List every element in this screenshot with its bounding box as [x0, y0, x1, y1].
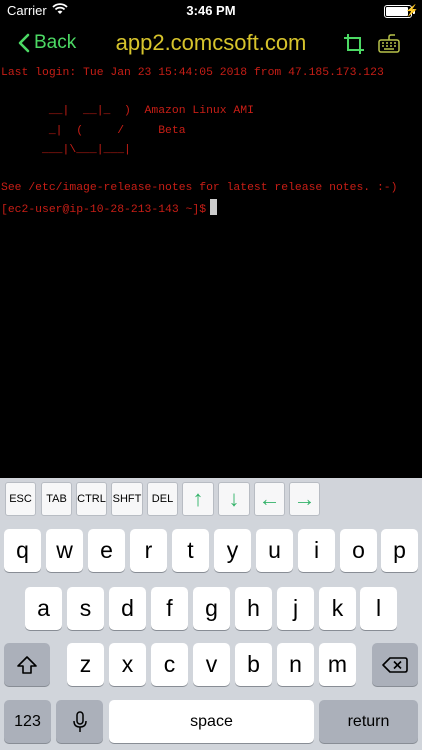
prompt-line: [ec2-user@ip-10-28-213-143 ~]$: [1, 199, 218, 220]
key-j[interactable]: j: [277, 587, 314, 630]
key-p[interactable]: p: [381, 529, 418, 572]
crop-icon[interactable]: [342, 32, 366, 56]
delete-modifier-key[interactable]: DEL: [147, 482, 178, 516]
backspace-key[interactable]: [372, 643, 418, 686]
key-d[interactable]: d: [109, 587, 146, 630]
key-w[interactable]: w: [46, 529, 83, 572]
esc-key[interactable]: ESC: [5, 482, 36, 516]
key-o[interactable]: o: [340, 529, 377, 572]
status-bar: Carrier 3:46 PM ⚡: [0, 0, 422, 22]
key-l[interactable]: l: [360, 587, 397, 630]
key-y[interactable]: y: [214, 529, 251, 572]
key-a[interactable]: a: [25, 587, 62, 630]
terminal-output[interactable]: Last login: Tue Jan 23 15:44:05 2018 fro…: [0, 66, 422, 478]
dictation-key[interactable]: [56, 700, 103, 743]
key-s[interactable]: s: [67, 587, 104, 630]
space-key[interactable]: space: [109, 700, 314, 743]
backspace-icon: [382, 656, 408, 673]
software-keyboard: q w e r t y u i o p a s d f g h j k l z …: [0, 520, 422, 750]
key-m[interactable]: m: [319, 643, 356, 686]
key-x[interactable]: x: [109, 643, 146, 686]
key-c[interactable]: c: [151, 643, 188, 686]
shift-key[interactable]: [4, 643, 50, 686]
shift-arrow-icon: [17, 655, 37, 674]
arrow-right-key[interactable]: →: [289, 482, 320, 516]
text-cursor: [210, 199, 218, 215]
shell-prompt: [ec2-user@ip-10-28-213-143 ~]$: [1, 204, 207, 216]
key-v[interactable]: v: [193, 643, 230, 686]
key-g[interactable]: g: [193, 587, 230, 630]
key-h[interactable]: h: [235, 587, 272, 630]
key-u[interactable]: u: [256, 529, 293, 572]
arrow-left-key[interactable]: ←: [254, 482, 285, 516]
microphone-icon: [72, 710, 87, 732]
clock: 3:46 PM: [186, 3, 236, 18]
ascii-art-line: _| ( / Beta: [1, 125, 186, 137]
accessory-key-bar: ESC TAB CTRL SHFT DEL ↑ ↓ ← →: [0, 478, 422, 520]
shift-modifier-key[interactable]: SHFT: [111, 482, 143, 516]
key-z[interactable]: z: [67, 643, 104, 686]
tab-key[interactable]: TAB: [41, 482, 72, 516]
key-r[interactable]: r: [130, 529, 167, 572]
arrow-up-key[interactable]: ↑: [182, 482, 214, 516]
ctrl-key[interactable]: CTRL: [76, 482, 107, 516]
arrow-down-key[interactable]: ↓: [218, 482, 250, 516]
navigation-bar: Back app2.comcsoft.com: [0, 22, 422, 66]
charging-icon: ⚡: [405, 5, 419, 17]
key-t[interactable]: t: [172, 529, 209, 572]
key-k[interactable]: k: [319, 587, 356, 630]
release-notes-line: See /etc/image-release-notes for latest …: [1, 182, 398, 194]
keyboard-icon[interactable]: [376, 32, 402, 56]
return-key[interactable]: return: [319, 700, 418, 743]
key-e[interactable]: e: [88, 529, 125, 572]
ascii-art-line: ___|\___|___|: [1, 144, 131, 156]
ascii-art-line: __| __|_ ) Amazon Linux AMI: [1, 105, 254, 117]
key-i[interactable]: i: [298, 529, 335, 572]
key-f[interactable]: f: [151, 587, 188, 630]
key-q[interactable]: q: [4, 529, 41, 572]
key-n[interactable]: n: [277, 643, 314, 686]
numbers-key[interactable]: 123: [4, 700, 51, 743]
last-login-line: Last login: Tue Jan 23 15:44:05 2018 fro…: [1, 67, 384, 79]
key-b[interactable]: b: [235, 643, 272, 686]
